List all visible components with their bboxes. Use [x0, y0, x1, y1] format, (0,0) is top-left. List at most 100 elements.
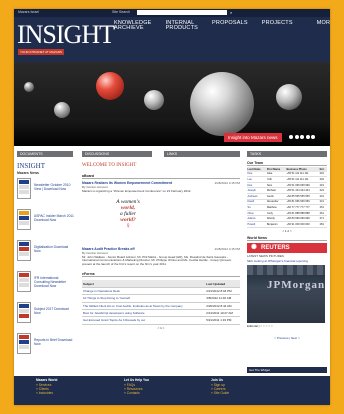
newsletter-thumbnail[interactable]: [17, 302, 31, 323]
table-row[interactable]: Change in Operations Desk 2/21/2012 8:04 …: [82, 287, 240, 296]
slide-dot[interactable]: [300, 135, 304, 139]
team-pager[interactable]: < 1 2 >: [247, 229, 327, 233]
site-header: Mazars Israel Site Search ⌕ INSIGHT YOUR…: [14, 9, 330, 62]
bar-tasks[interactable]: TASKS: [247, 151, 327, 157]
table-row[interactable]: The Skilled Client Hit on Cost Audits, I…: [82, 302, 240, 310]
doc-subject[interactable]: The Skilled Client Hit on Cost Audits, I…: [82, 302, 206, 310]
reuters-logo[interactable]: REUTERS: [247, 242, 327, 253]
hero-slide-dots[interactable]: [289, 135, 315, 139]
docs-table: Subject Last Updated Change in Operation…: [82, 280, 240, 325]
mazars-news-heading: Mazars News: [17, 171, 39, 175]
docs-pager[interactable]: < 1 >: [82, 326, 240, 330]
list-item[interactable]: Newsletter October 2010 View | Download …: [17, 178, 73, 200]
bar-links[interactable]: LINKS: [164, 151, 240, 157]
article: 2/28/2012 4:15 PM Mazars Audit Practice …: [82, 247, 240, 267]
column-header[interactable]: Last Updated: [205, 280, 240, 288]
logo[interactable]: INSIGHT: [17, 22, 115, 48]
team-heading: Our Team: [247, 161, 327, 166]
footer-column: Join Us » Sign up » Careers » Site Guide: [211, 378, 229, 395]
nav-more[interactable]: MORE: [317, 20, 330, 33]
table-header-row: Subject Last Updated: [82, 280, 240, 288]
search-icon[interactable]: ⌕: [230, 10, 235, 15]
newsletter-thumbnail[interactable]: [17, 209, 31, 230]
hero-sphere: [276, 84, 302, 110]
slide-dot[interactable]: [294, 135, 299, 139]
hero-floor: [14, 118, 330, 146]
photo-caption: Editorial | ○ ○ ○ ○ ○: [247, 323, 273, 328]
nav-knowledge-archive[interactable]: KNOWLEDGE ARCHIEVE: [114, 20, 152, 33]
news-item-text[interactable]: Digitalization Download Now: [34, 245, 74, 253]
news-item-text[interactable]: ASPAC Insider March 2011 Download Now: [34, 214, 74, 222]
site-footer: Mazars World » Services » Clients » Indu…: [14, 376, 330, 405]
footer-link[interactable]: » Site Guide: [211, 391, 229, 395]
hero-banner[interactable]: Insight into Mazars news: [14, 62, 330, 146]
list-item[interactable]: Reports in Brief Download Now: [17, 333, 73, 355]
page-frame: Mazars Israel Site Search ⌕ INSIGHT YOUR…: [14, 9, 330, 405]
doc-subject[interactable]: Change in Operations Desk: [82, 287, 206, 296]
news-photo[interactable]: JPMorgan: [247, 264, 325, 323]
hero-caption[interactable]: Insight into Mazars news: [224, 133, 282, 142]
table-row[interactable]: Get Excused Grant Topics As It Reveals b…: [82, 316, 240, 325]
female-symbol-icon: ♀: [125, 220, 131, 230]
news-item-text[interactable]: IFR International Consulting Newsletter …: [34, 276, 74, 288]
doc-subject[interactable]: Boot for JavaScript developers using Sof…: [82, 309, 206, 318]
list-item[interactable]: Digitalization Download Now: [17, 240, 73, 262]
news-item-text[interactable]: Subject 2017 Download Now: [34, 307, 74, 315]
hero-sphere: [54, 102, 70, 118]
slide-dot[interactable]: [289, 135, 293, 139]
left-column: INSIGHT Mazars News Newsletter October 2…: [17, 161, 74, 364]
article-date: 2/28/2012 4:15 PM: [214, 181, 240, 185]
first-name: Benjamin: [266, 221, 287, 228]
list-item[interactable]: IFR International Consulting Newsletter …: [17, 271, 73, 293]
nav-proposals[interactable]: PROPOSALS: [212, 20, 248, 33]
newsletter-thumbnail[interactable]: [17, 178, 31, 199]
list-item[interactable]: ASPAC Insider March 2011 Download Now: [17, 209, 74, 231]
building-facade: [247, 264, 325, 275]
article-author: By Gordon Account: [82, 250, 108, 255]
newsletter-thumbnail[interactable]: [17, 240, 31, 261]
table-row[interactable]: Powell Benjamin +66 91 000 000 000 281: [247, 221, 327, 228]
doc-subject[interactable]: 10 Things to Stop Doing to Yourself: [82, 294, 206, 303]
middle-column: WELCOME TO INSIGHT aBoard 2/28/2012 4:15…: [82, 161, 240, 330]
footer-heading: Join Us: [211, 378, 223, 382]
news-pager[interactable]: < Previous | Next >: [247, 336, 327, 340]
nav-projects[interactable]: PROJECTS: [262, 20, 293, 33]
table-row[interactable]: Boot for JavaScript developers using Sof…: [82, 309, 240, 318]
footer-link[interactable]: » Industries: [36, 391, 57, 395]
photo-sign-text: JPMorgan: [267, 278, 325, 291]
search-label: Site Search: [112, 10, 131, 14]
slide-dot[interactable]: [305, 135, 310, 139]
bar-documents[interactable]: DOCUMENTS: [17, 151, 73, 157]
footer-link[interactable]: » Contacts: [124, 391, 149, 395]
bar-discussions[interactable]: DISCUSSIONS: [82, 151, 152, 157]
slide-dot[interactable]: [311, 135, 315, 139]
table-row[interactable]: 10 Things to Stop Doing to Yourself 3/8/2…: [82, 294, 240, 303]
last-name[interactable]: Powell: [247, 221, 267, 228]
newsletter-thumbnail[interactable]: [17, 333, 31, 354]
article: 2/28/2012 4:15 PM Mazars Realizes Its Wo…: [82, 181, 240, 194]
section-bars: DOCUMENTS DISCUSSIONS LINKS TASKS: [14, 151, 330, 158]
ext: 281: [319, 221, 327, 228]
logo-tagline: YOUR INTRANET AT MAZARS: [18, 49, 65, 55]
hero-big-sphere: [190, 72, 254, 136]
about-heading: aBoard: [82, 174, 240, 179]
search-input[interactable]: [137, 10, 227, 15]
list-item[interactable]: Subject 2017 Download Now: [17, 302, 73, 324]
mazars-link[interactable]: Mazars Israel: [18, 10, 39, 14]
nav-internal-products[interactable]: INTERNAL PRODUCTS: [166, 20, 198, 33]
newsletter-thumbnail[interactable]: [17, 271, 31, 292]
footer-column: Let Us Help You » FAQs » Resources » Con…: [124, 378, 149, 395]
doc-subject[interactable]: Get Excused Grant Topics As It Reveals b…: [82, 316, 206, 325]
news-item-text[interactable]: Newsletter October 2010 View | Download …: [34, 183, 74, 191]
reuters-headline[interactable]: SEC looking at JPMorgan's financial repo…: [247, 259, 327, 263]
article-date: 2/28/2012 4:15 PM: [214, 246, 240, 251]
footer-column: Mazars World » Services » Clients » Indu…: [36, 378, 57, 395]
column-header[interactable]: Subject: [82, 280, 206, 288]
get-widget-button[interactable]: Get The Widget: [247, 367, 327, 373]
women-empowerment-image[interactable]: A women's world, a fuller world? ♀: [102, 198, 154, 245]
doc-updated: 2/20/2012 8:44 AM: [205, 302, 240, 310]
news-item-text[interactable]: Reports in Brief Download Now: [34, 338, 74, 346]
doc-updated: 5/21/2011 1:19 PM: [205, 316, 240, 325]
article-body: Mr. John Wallace - Senior Board Advisor,…: [82, 254, 232, 266]
doc-updated: 2/14/2011 10:27 AM: [205, 309, 240, 318]
